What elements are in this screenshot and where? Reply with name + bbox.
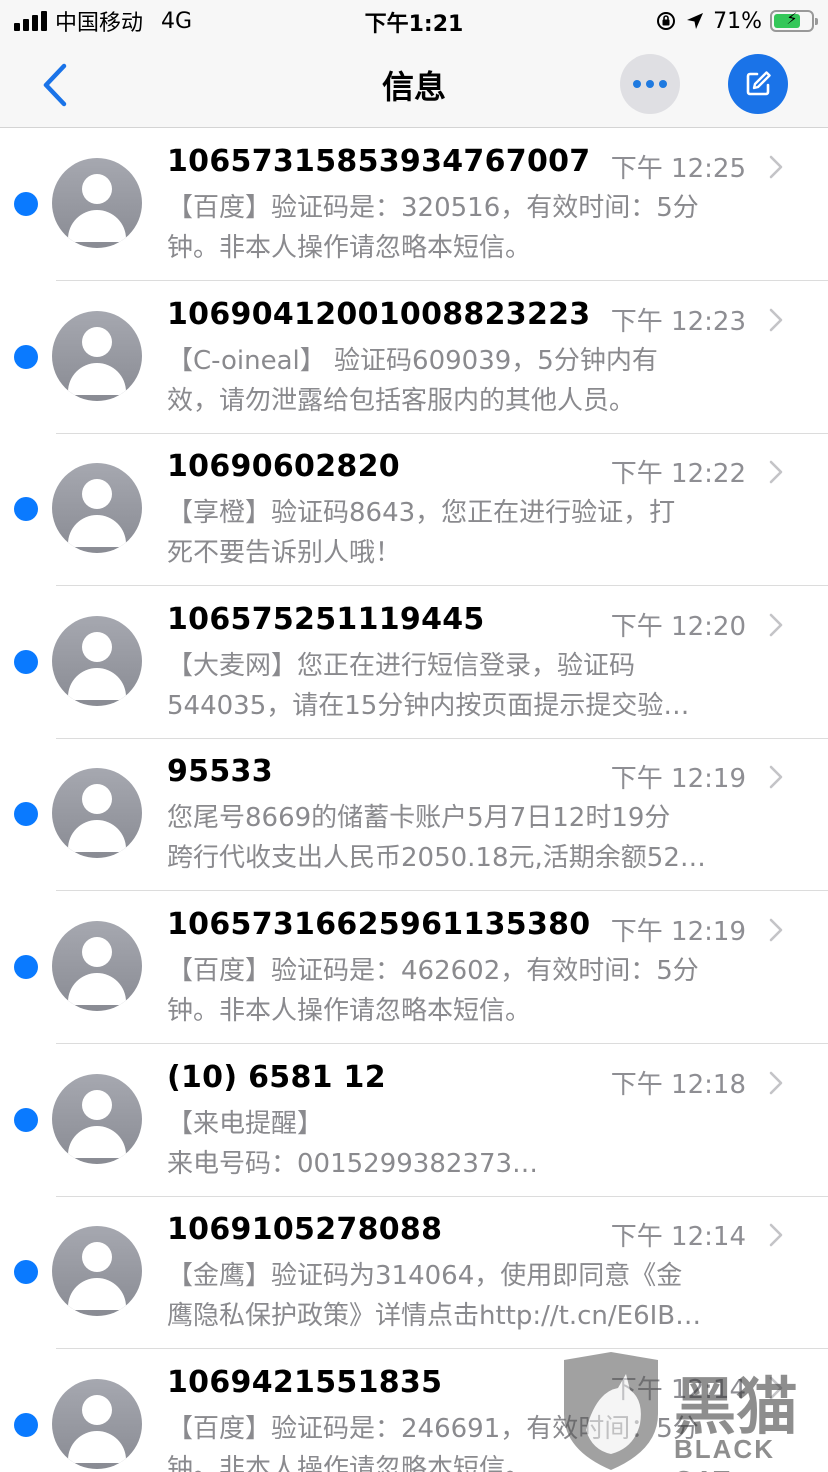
preview-line: 【百度】验证码是：462602，有效时间：5分 [167, 956, 699, 986]
compose-icon [746, 71, 771, 96]
unread-indicator-dot [14, 497, 38, 522]
preview-line: 跨行代收支出人民币2050.18元,活期余额52… [167, 843, 706, 874]
preview-line: 鹰隐私保护政策》详情点击http://t.cn/E6IB… [167, 1301, 702, 1332]
compose-button[interactable] [728, 54, 788, 114]
message-time: 下午 12:23 [610, 306, 746, 337]
message-row[interactable]: 10657316625961135380 下午 12:19 【百度】验证码是：462… [0, 891, 828, 1044]
message-row[interactable]: 95533 下午 12:19 您尾号8669的储蓄卡账户5月7日12时19分 跨行代收… [0, 738, 828, 892]
preview-line: 544035，请在15分钟内按页面提示提交验… [167, 690, 690, 721]
sender-name: 106575251119445 [167, 601, 485, 637]
contact-avatar-icon [52, 921, 142, 1011]
nav-bar: 信息 [0, 42, 828, 128]
message-row[interactable]: 10690412001008823223 下午 12:23 【C-oineal】 验… [0, 281, 828, 434]
battery-icon: ⚡ [770, 9, 818, 32]
message-time: 下午 12:20 [610, 611, 746, 642]
message-preview: 【金鹰】验证码为314064，使用即同意《金 鹰隐私保护政策》详情点击http:/… [167, 1256, 789, 1336]
preview-line: 钟。非本人操作请忽略本短信。 [167, 996, 532, 1026]
chevron-right-icon [769, 1223, 783, 1247]
preview-line: 【百度】验证码是：246691，有效时间：5分 [167, 1413, 699, 1444]
unread-indicator-dot [14, 802, 38, 827]
preview-line: 【大麦网】您正在进行短信登录，验证码 [167, 650, 636, 681]
unread-indicator-dot [14, 1107, 38, 1132]
sender-name: 10657316625961135380 [167, 907, 591, 942]
preview-line: 效，请勿泄露给包括客服内的其他人员。 [167, 385, 636, 416]
chevron-right-icon [769, 918, 783, 942]
contact-avatar-icon [52, 615, 142, 706]
message-preview: 【百度】验证码是：320516，有效时间：5分 钟。非本人操作请忽略本短信。 [167, 188, 789, 268]
contact-avatar-icon [52, 158, 142, 248]
preview-line: 死不要告诉别人哦！ [167, 538, 402, 569]
preview-line: 【享橙】验证码8643，您正在进行验证，打 [167, 498, 676, 529]
unread-indicator-dot [14, 955, 38, 979]
preview-line: 钟。非本人操作请忽略本短信。 [167, 1453, 532, 1472]
contact-avatar-icon [52, 1226, 142, 1317]
preview-line: 您尾号8669的储蓄卡账户5月7日12时19分 [167, 803, 671, 834]
sender-name: 10657315853934767007 [167, 144, 591, 179]
sender-name: 1069105278088 [167, 1212, 443, 1248]
message-preview: 【享橙】验证码8643，您正在进行验证，打 死不要告诉别人哦！ [167, 493, 789, 573]
page-title: 信息 [381, 68, 446, 106]
unread-indicator-dot [14, 192, 38, 216]
message-preview: 【百度】验证码是：462602，有效时间：5分 钟。非本人操作请忽略本短信。 [167, 951, 789, 1031]
charging-bolt-icon: ⚡ [786, 9, 798, 28]
status-right: 71% ⚡ [655, 6, 818, 36]
unread-indicator-dot [14, 344, 38, 369]
battery-percent: 71% [713, 8, 762, 34]
message-preview: 【来电提醒】来电号码：0015299382373… [167, 1104, 789, 1184]
orientation-lock-icon [657, 12, 676, 30]
preview-line: 【金鹰】验证码为314064，使用即同意《金 [167, 1261, 683, 1292]
preview-line: 来电号码：0015299382373… [167, 1148, 539, 1179]
preview-line: 【百度】验证码是：320516，有效时间：5分 [167, 193, 699, 223]
contact-avatar-icon [52, 310, 142, 401]
message-row[interactable]: 10690602820 下午 12:22 【享橙】验证码8643，您正在进行验证，打… [0, 433, 828, 587]
message-preview: 【百度】验证码是：246691，有效时间：5分钟。非本人操作请忽略本短信。 [167, 1409, 789, 1472]
message-time: 下午 12:14 [610, 1222, 746, 1253]
chevron-right-icon [769, 1376, 783, 1400]
sender-name: 1069421551835 [167, 1364, 443, 1400]
message-preview: 【C-oineal】 验证码609039，5分钟内有 效，请勿泄露给包括客服内的其… [167, 341, 789, 421]
sender-name: 10690412001008823223 [167, 296, 591, 332]
message-time: 下午 12:18 [610, 1069, 746, 1100]
status-bar: 中国移动 4G 下午1:21 71% ⚡ [0, 0, 828, 42]
ellipsis-icon [633, 80, 641, 88]
message-row[interactable]: (10) 6581 12 下午 12:18 【来电提醒】来电号码：001529938… [0, 1044, 828, 1197]
message-row[interactable]: 1069105278088 下午 12:14 【金鹰】验证码为314064，使用即同… [0, 1196, 828, 1350]
message-time: 下午 12:19 [610, 917, 746, 947]
unread-indicator-dot [14, 649, 38, 674]
message-row[interactable]: 1069421551835 下午 12:14 【百度】验证码是：246691，有效时… [0, 1349, 828, 1472]
unread-indicator-dot [14, 1260, 38, 1285]
sender-name: 10690602820 [167, 449, 400, 485]
sender-name: (10) 6581 12 [167, 1059, 386, 1095]
message-time: 下午 12:14 [610, 1374, 746, 1405]
contact-avatar-icon [52, 1378, 142, 1469]
sender-name: 95533 [167, 754, 273, 790]
chevron-right-icon [769, 460, 783, 484]
message-preview: 【大麦网】您正在进行短信登录，验证码 544035，请在15分钟内按页面提示提交验… [167, 646, 789, 726]
message-time: 下午 12:22 [610, 459, 746, 490]
message-time: 下午 12:25 [610, 154, 746, 184]
message-row[interactable]: 10657315853934767007 下午 12:25 【百度】验证码是：320… [0, 128, 828, 281]
chevron-right-icon [769, 613, 783, 637]
preview-line: 【C-oineal】 验证码609039，5分钟内有 [167, 345, 658, 376]
contact-avatar-icon [52, 768, 142, 859]
preview-line: 钟。非本人操作请忽略本短信。 [167, 233, 532, 263]
message-preview: 您尾号8669的储蓄卡账户5月7日12时19分跨行代收支出人民币2050.18元… [167, 798, 789, 878]
message-row[interactable]: 106575251119445 下午 12:20 【大麦网】您正在进行短信登录，验证… [0, 586, 828, 739]
unread-indicator-dot [14, 1412, 38, 1437]
chevron-right-icon [769, 155, 783, 179]
contact-avatar-icon [52, 1073, 142, 1164]
location-arrow-icon [687, 13, 704, 29]
message-time: 下午 12:19 [610, 764, 746, 795]
contact-avatar-icon [52, 463, 142, 554]
preview-line: 【来电提醒】 [167, 1108, 324, 1139]
chevron-right-icon [769, 308, 783, 331]
chevron-right-icon [769, 1071, 783, 1094]
chevron-right-icon [769, 766, 783, 789]
more-options-button[interactable] [620, 54, 680, 114]
